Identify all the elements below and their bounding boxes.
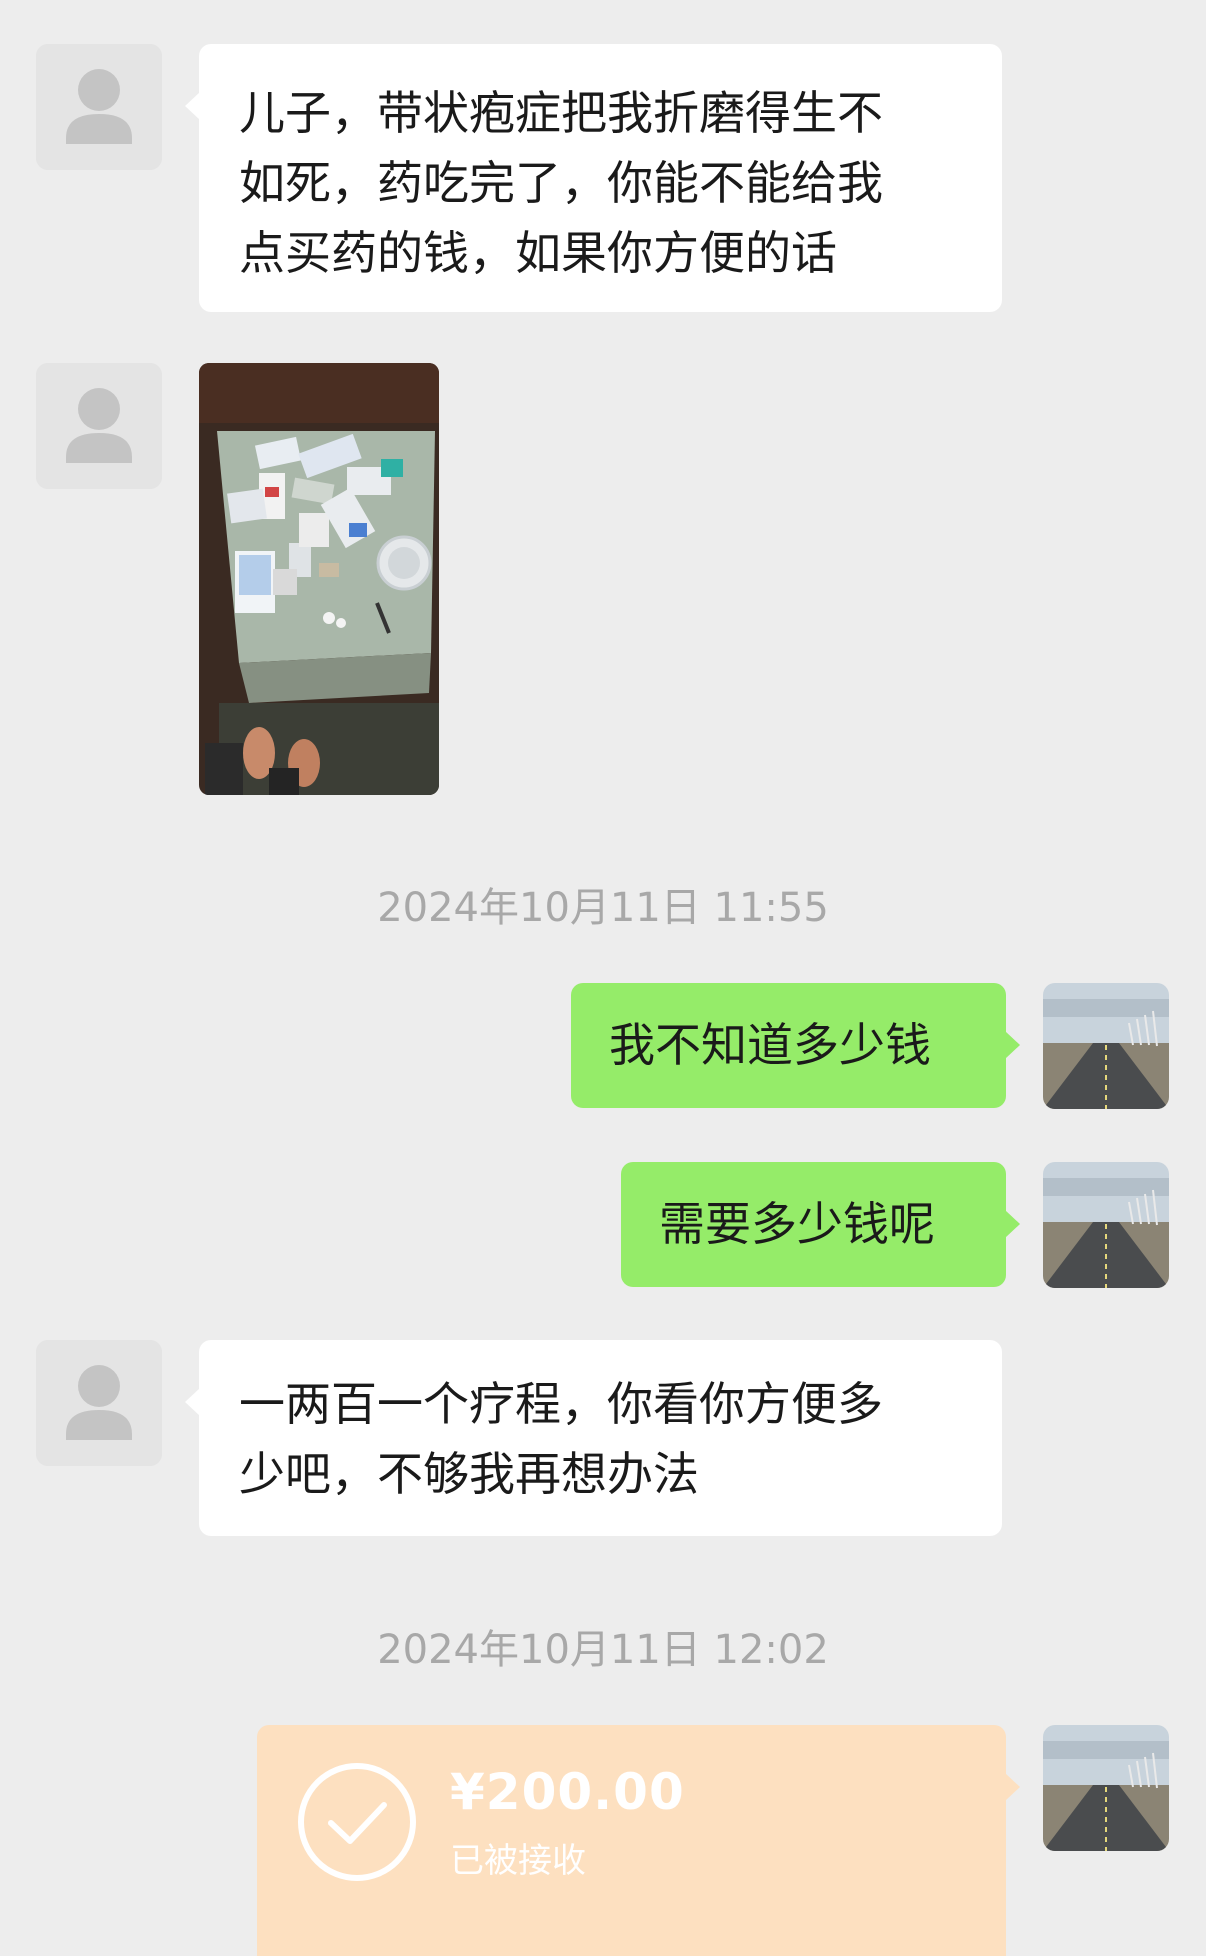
- transfer-status: 已被接收: [450, 1841, 586, 1881]
- my-avatar[interactable]: [1043, 1162, 1169, 1288]
- message-text-line: 少吧，不够我再想办法: [239, 1447, 699, 1501]
- message-text-line: 如死，药吃完了，你能不能给我: [239, 156, 883, 210]
- road-landscape-icon: [1043, 1162, 1169, 1288]
- road-landscape-icon: [1043, 983, 1169, 1109]
- outgoing-message-bubble[interactable]: 我不知道多少钱: [571, 983, 1020, 1108]
- incoming-message-bubble[interactable]: 儿子，带状疱症把我折磨得生不 如死，药吃完了，你能不能给我 点买药的钱，如果你方…: [185, 44, 1002, 312]
- default-user-icon: [36, 363, 162, 489]
- contact-avatar[interactable]: [36, 44, 162, 170]
- money-transfer-card[interactable]: ¥200.00 已被接收: [257, 1725, 1020, 1956]
- incoming-message-bubble[interactable]: 一两百一个疗程，你看你方便多 少吧，不够我再想办法: [185, 1340, 1002, 1536]
- default-user-icon: [36, 44, 162, 170]
- medicine-photo-message[interactable]: [199, 363, 439, 795]
- my-avatar[interactable]: [1043, 1725, 1169, 1851]
- message-text: 我不知道多少钱: [609, 1018, 931, 1072]
- default-user-icon: [36, 1340, 162, 1466]
- medicine-photo: [199, 363, 439, 795]
- message-text-line: 点买药的钱，如果你方便的话: [239, 226, 837, 280]
- outgoing-message-bubble[interactable]: 需要多少钱呢: [621, 1162, 1020, 1287]
- message-timestamp: 2024年10月11日 12:02: [377, 1627, 829, 1673]
- transfer-amount: ¥200.00: [450, 1763, 685, 1821]
- contact-avatar[interactable]: [36, 363, 162, 489]
- contact-avatar[interactable]: [36, 1340, 162, 1466]
- message-text: 需要多少钱呢: [659, 1197, 935, 1251]
- road-landscape-icon: [1043, 1725, 1169, 1851]
- message-text-line: 一两百一个疗程，你看你方便多: [239, 1377, 883, 1431]
- message-text-line: 儿子，带状疱症把我折磨得生不: [239, 86, 883, 140]
- message-timestamp: 2024年10月11日 11:55: [377, 885, 829, 931]
- my-avatar[interactable]: [1043, 983, 1169, 1109]
- check-circle-icon: [298, 1763, 416, 1881]
